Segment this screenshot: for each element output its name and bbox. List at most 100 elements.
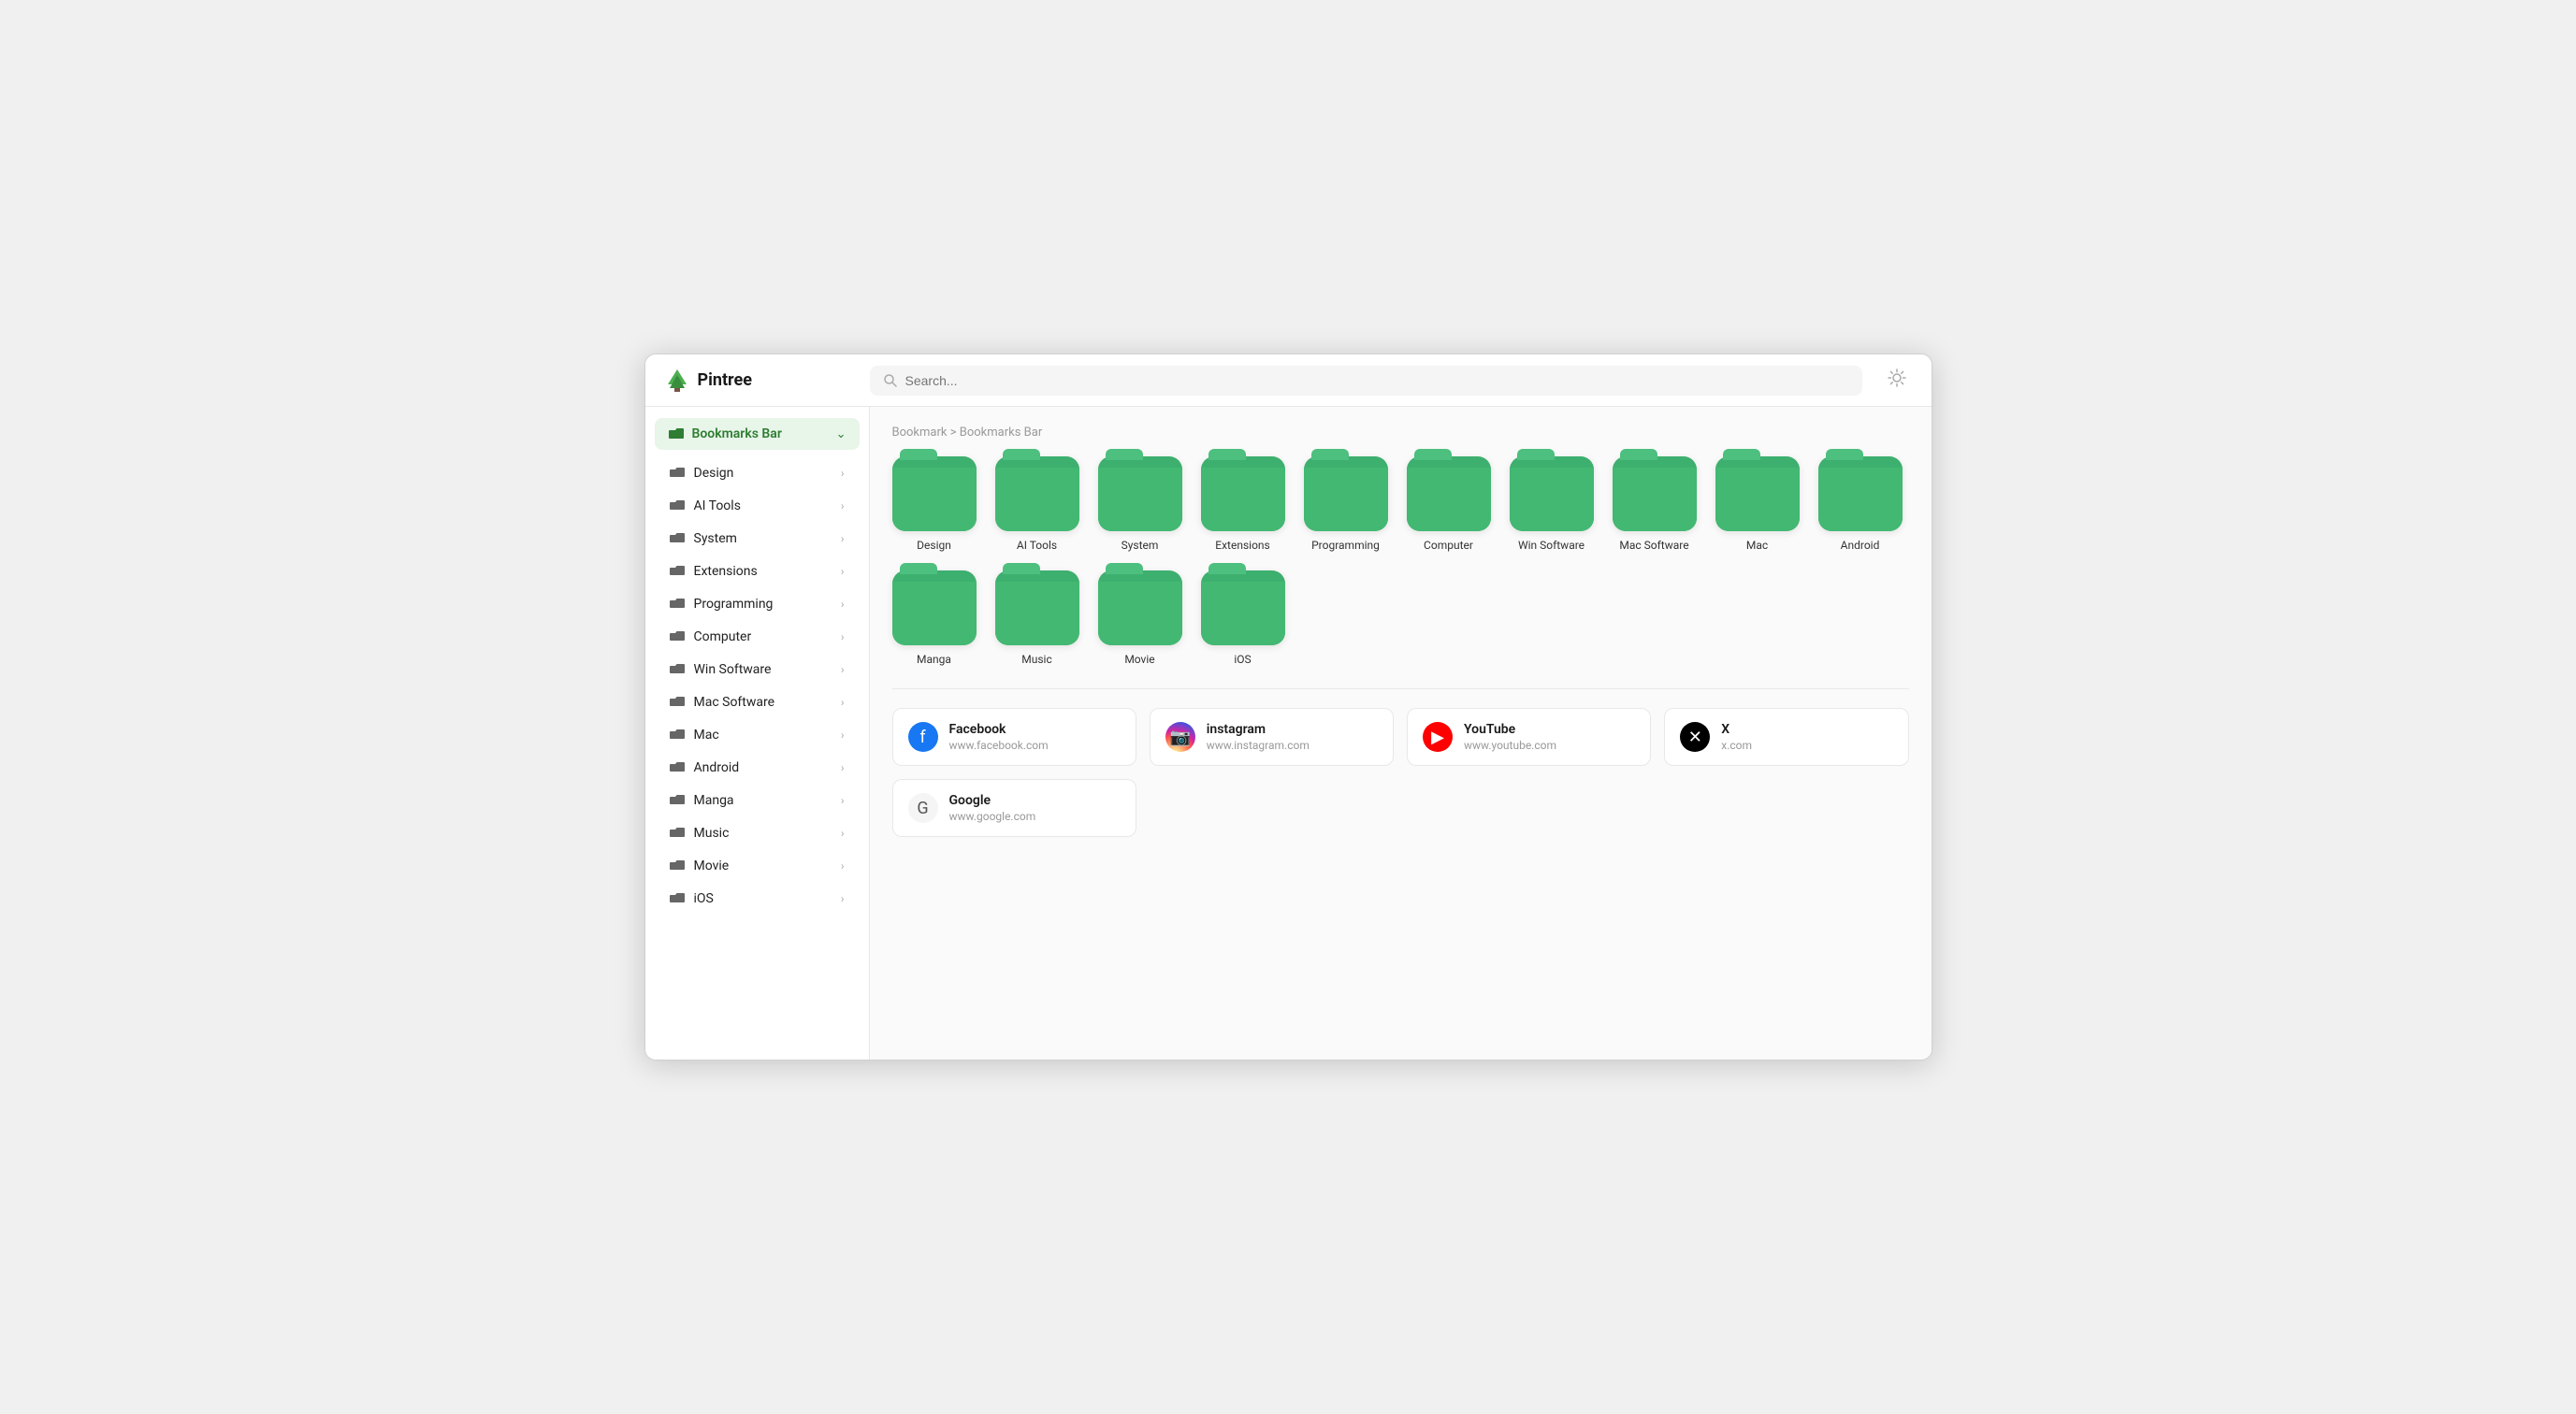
- folder-name: Mac Software: [1619, 539, 1688, 552]
- folder-design[interactable]: Design: [892, 456, 977, 552]
- folder-system[interactable]: System: [1098, 456, 1182, 552]
- folder-movie[interactable]: Movie: [1098, 570, 1182, 666]
- sidebar-item-android[interactable]: Android ›: [651, 752, 863, 784]
- folder-name: Android: [1841, 539, 1880, 552]
- bookmarks-grid: f Facebook www.facebook.com 📷 instagram …: [892, 708, 1909, 837]
- folder-icon: [670, 597, 685, 612]
- sidebar-item-system[interactable]: System ›: [651, 523, 863, 555]
- bookmark-title: X: [1721, 722, 1752, 737]
- bookmark-instagram[interactable]: 📷 instagram www.instagram.com: [1150, 708, 1394, 766]
- folder-name: iOS: [1234, 653, 1251, 666]
- bookmark-title: Facebook: [949, 722, 1049, 737]
- chevron-right-icon: ›: [841, 794, 845, 807]
- folder-icon: [670, 629, 685, 644]
- folder-computer[interactable]: Computer: [1407, 456, 1491, 552]
- folder-name: Design: [917, 539, 951, 552]
- sidebar-item-label: Manga: [694, 793, 734, 808]
- sidebar-item-design[interactable]: Design ›: [651, 457, 863, 489]
- folders-grid: Design AI Tools System Extensions Progra…: [892, 456, 1909, 666]
- folder-mac-software[interactable]: Mac Software: [1613, 456, 1697, 552]
- bookmark-title: Google: [949, 793, 1036, 808]
- folder-thumbnail: [1201, 456, 1285, 531]
- sidebar-item-extensions[interactable]: Extensions ›: [651, 556, 863, 587]
- sidebar-item-computer[interactable]: Computer ›: [651, 621, 863, 653]
- chevron-right-icon: ›: [841, 696, 845, 709]
- chevron-right-icon: ›: [841, 859, 845, 873]
- sidebar-item-programming[interactable]: Programming ›: [651, 588, 863, 620]
- folder-icon: [670, 531, 685, 546]
- section-divider: [892, 688, 1909, 689]
- main-content: Bookmark > Bookmarks Bar Design AI Tools…: [870, 407, 1932, 1060]
- bookmark-youtube[interactable]: ▶ YouTube www.youtube.com: [1407, 708, 1651, 766]
- folder-music[interactable]: Music: [995, 570, 1079, 666]
- x-favicon: ✕: [1680, 722, 1710, 752]
- logo-icon: [664, 368, 690, 394]
- bookmark-facebook[interactable]: f Facebook www.facebook.com: [892, 708, 1136, 766]
- folder-thumbnail: [1613, 456, 1697, 531]
- bookmark-x[interactable]: ✕ X x.com: [1664, 708, 1908, 766]
- folder-thumbnail: [1715, 456, 1800, 531]
- sidebar-item-manga[interactable]: Manga ›: [651, 785, 863, 816]
- folder-extensions[interactable]: Extensions: [1201, 456, 1285, 552]
- sidebar-item-ios[interactable]: iOS ›: [651, 883, 863, 915]
- folder-thumbnail: [1818, 456, 1903, 531]
- folder-manga[interactable]: Manga: [892, 570, 977, 666]
- sidebar-item-movie[interactable]: Movie ›: [651, 850, 863, 882]
- sidebar-item-win-software[interactable]: Win Software ›: [651, 654, 863, 685]
- folder-name: Computer: [1424, 539, 1473, 552]
- folder-name: Mac: [1746, 539, 1768, 552]
- folder-programming[interactable]: Programming: [1304, 456, 1388, 552]
- folder-name: Music: [1021, 653, 1051, 666]
- sidebar-bookmarks-bar[interactable]: Bookmarks Bar ⌄: [655, 418, 860, 450]
- header-right: [1881, 362, 1913, 398]
- sidebar-item-ai-tools[interactable]: AI Tools ›: [651, 490, 863, 522]
- chevron-right-icon: ›: [841, 761, 845, 774]
- folder-win-software[interactable]: Win Software: [1510, 456, 1594, 552]
- sidebar-item-label: AI Tools: [694, 498, 741, 513]
- chevron-right-icon: ›: [841, 729, 845, 742]
- folder-icon: [670, 891, 685, 906]
- folder-icon: [670, 728, 685, 743]
- folder-mac[interactable]: Mac: [1715, 456, 1800, 552]
- sidebar-item-label: Computer: [694, 629, 752, 644]
- folder-name: Movie: [1124, 653, 1154, 666]
- sidebar-item-label: System: [694, 531, 737, 546]
- sidebar-item-label: Music: [694, 826, 730, 841]
- bookmark-title: YouTube: [1464, 722, 1556, 737]
- folder-name: Extensions: [1215, 539, 1269, 552]
- sidebar-items: Design › AI Tools › System › Extensions …: [645, 457, 869, 915]
- folder-name: Manga: [917, 653, 951, 666]
- sidebar-item-label: Extensions: [694, 564, 758, 579]
- sidebar-item-label: Design: [694, 466, 734, 481]
- bookmark-url: x.com: [1721, 739, 1752, 752]
- app-title: Pintree: [698, 370, 752, 390]
- sidebar-item-mac-software[interactable]: Mac Software ›: [651, 686, 863, 718]
- sidebar-item-music[interactable]: Music ›: [651, 817, 863, 849]
- theme-toggle-button[interactable]: [1881, 362, 1913, 398]
- chevron-right-icon: ›: [841, 467, 845, 480]
- folder-icon: [670, 858, 685, 873]
- folder-thumbnail: [1510, 456, 1594, 531]
- chevron-right-icon: ›: [841, 892, 845, 905]
- body: Bookmarks Bar ⌄ Design › AI Tools ›: [645, 407, 1932, 1060]
- chevron-right-icon: ›: [841, 827, 845, 840]
- breadcrumb: Bookmark > Bookmarks Bar: [892, 426, 1909, 440]
- folder-icon: [670, 826, 685, 841]
- sidebar-item-label: Mac: [694, 728, 719, 743]
- chevron-right-icon: ›: [841, 663, 845, 676]
- sidebar: Bookmarks Bar ⌄ Design › AI Tools ›: [645, 407, 870, 1060]
- sidebar-item-label: Win Software: [694, 662, 772, 677]
- folder-name: AI Tools: [1017, 539, 1057, 552]
- folder-ai-tools[interactable]: AI Tools: [995, 456, 1079, 552]
- sidebar-item-label: Programming: [694, 597, 774, 612]
- bookmark-google[interactable]: G Google www.google.com: [892, 779, 1136, 837]
- search-icon: [883, 373, 898, 388]
- folder-android[interactable]: Android: [1818, 456, 1903, 552]
- bookmark-url: www.facebook.com: [949, 739, 1049, 752]
- search-bar[interactable]: [870, 366, 1862, 396]
- folder-ios[interactable]: iOS: [1201, 570, 1285, 666]
- chevron-down-icon: ⌄: [836, 427, 847, 441]
- search-input[interactable]: [905, 373, 1849, 388]
- folder-icon: [670, 662, 685, 677]
- sidebar-item-mac[interactable]: Mac ›: [651, 719, 863, 751]
